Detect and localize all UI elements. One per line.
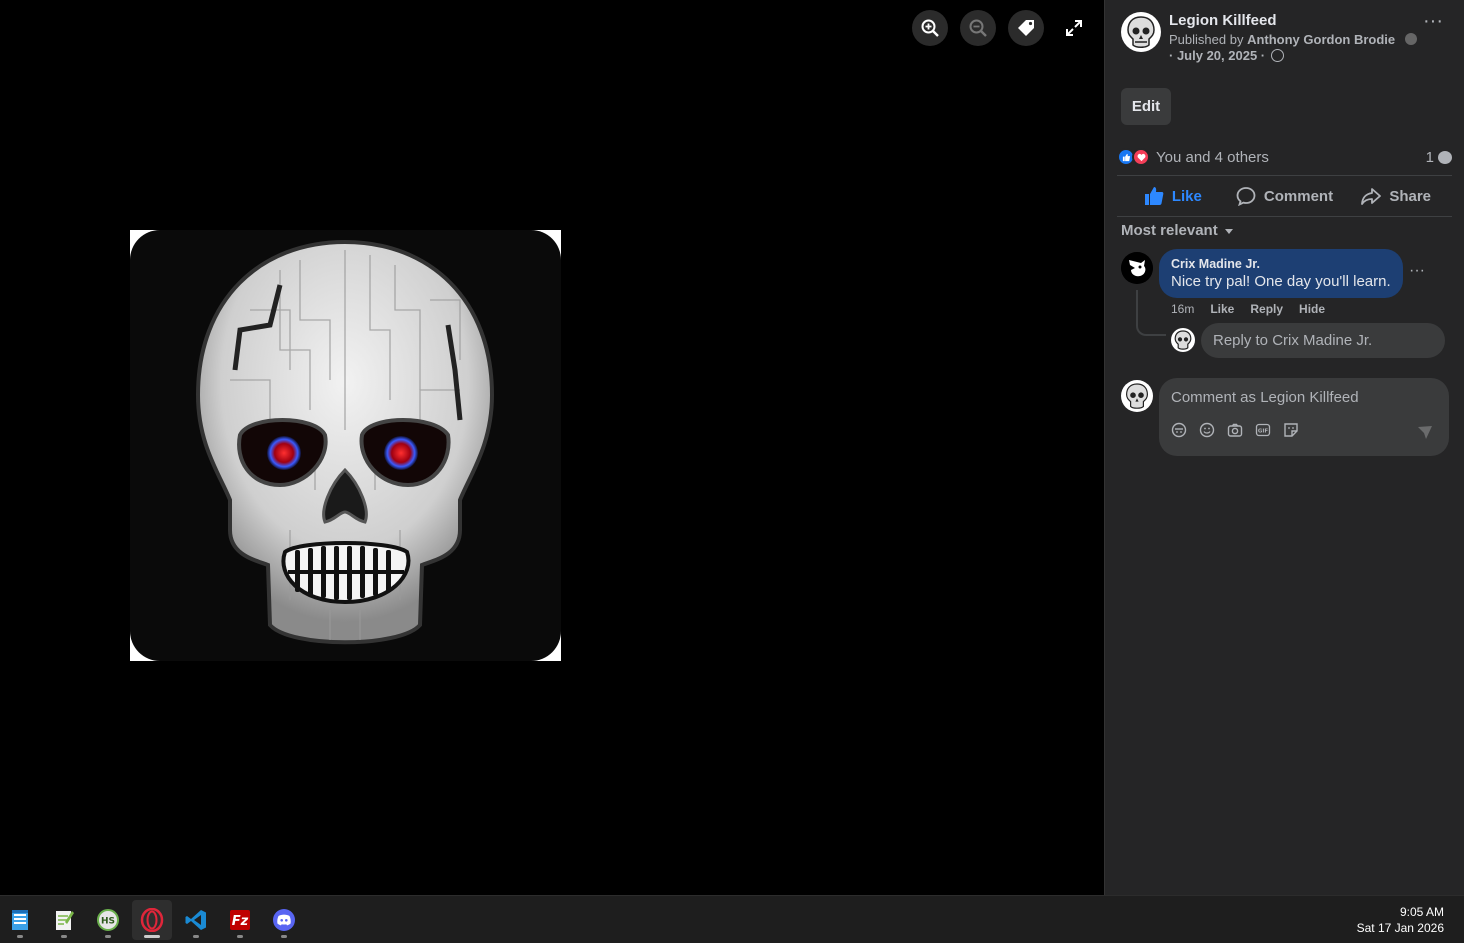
opera-icon (140, 908, 164, 932)
love-reaction-icon (1132, 148, 1150, 166)
comment-hide-link[interactable]: Hide (1299, 302, 1325, 316)
send-icon[interactable] (1417, 424, 1433, 445)
zoom-in-icon (921, 19, 939, 37)
comment-sort-dropdown[interactable]: Most relevant (1121, 222, 1234, 239)
page-name[interactable]: Legion Killfeed (1169, 12, 1277, 29)
comment-text: Nice try pal! One day you'll learn. (1171, 273, 1391, 290)
system-clock[interactable]: 9:05 AM Sat 17 Jan 2026 (1357, 904, 1444, 936)
svg-text:GIF: GIF (1258, 429, 1269, 435)
comment-like-link[interactable]: Like (1210, 302, 1234, 316)
cyber-skull-image (195, 239, 495, 645)
globe-icon (1270, 49, 1284, 62)
fullscreen-button[interactable] (1056, 10, 1092, 46)
more-options-button[interactable]: ··· (1415, 11, 1451, 38)
tag-button[interactable] (1008, 10, 1044, 46)
author-link[interactable]: Anthony Gordon Brodie (1247, 32, 1395, 47)
filezilla-icon: Fz (230, 910, 250, 930)
hs-app-icon: HS (97, 909, 119, 931)
expand-icon (1066, 20, 1082, 36)
comment-icon (1236, 187, 1256, 206)
hawk-logo-icon (1121, 252, 1153, 284)
tag-icon (1018, 20, 1034, 36)
share-icon (1361, 188, 1382, 205)
taskbar-filezilla[interactable]: Fz (220, 900, 260, 940)
zoom-out-icon (969, 19, 987, 37)
comment-actions: 16m Like Reply Hide (1171, 302, 1325, 316)
ellipsis-icon: ··· (1409, 262, 1425, 279)
like-button[interactable]: Like (1117, 176, 1229, 216)
skull-avatar-icon (1127, 16, 1155, 48)
comment-composer: GIF (1159, 378, 1449, 456)
taskbar-notepad-plus[interactable] (44, 900, 84, 940)
emoji-icon[interactable] (1199, 422, 1215, 438)
comment-reply-link[interactable]: Reply (1250, 302, 1283, 316)
reply-avatar (1171, 328, 1195, 352)
clock-time: 9:05 AM (1399, 905, 1444, 919)
sticker-icon[interactable] (1283, 422, 1299, 438)
skull-avatar-icon (1125, 383, 1149, 409)
caret-down-icon (1224, 228, 1233, 234)
commenter-avatar[interactable] (1121, 252, 1153, 284)
clock-date: Sat 17 Jan 2026 (1356, 921, 1444, 935)
post-meta: Published by Anthony Gordon Brodie · Jul… (1169, 32, 1419, 64)
taskbar-vscode[interactable] (176, 900, 216, 940)
published-by-label: Published by (1169, 32, 1244, 47)
notepad-icon (12, 910, 28, 930)
comment-input[interactable] (1159, 378, 1449, 416)
avatar-sticker-icon[interactable] (1171, 422, 1187, 438)
reaction-summary[interactable]: You and 4 others 1 (1117, 146, 1452, 168)
taskbar-hs-app[interactable]: HS (88, 900, 128, 940)
svg-text:HS: HS (101, 917, 115, 927)
reaction-text: You and 4 others (1156, 148, 1269, 166)
comment-bubble: Crix Madine Jr. Nice try pal! One day yo… (1159, 249, 1403, 298)
zoom-in-button[interactable] (912, 10, 948, 46)
comment-button[interactable]: Comment (1229, 176, 1341, 216)
share-button[interactable]: Share (1340, 176, 1452, 216)
ellipsis-icon: ··· (1423, 10, 1443, 32)
gif-icon[interactable]: GIF (1255, 422, 1271, 438)
comment-bubble-icon (1438, 150, 1452, 164)
taskbar-notepad[interactable] (0, 900, 40, 940)
composer-tools: GIF (1171, 422, 1299, 438)
comment-time: 16m (1171, 302, 1195, 316)
discord-icon (273, 909, 295, 931)
comment-options-button[interactable]: ··· (1409, 262, 1425, 280)
thumbs-up-icon (1144, 187, 1164, 205)
notepad-plus-icon (56, 911, 74, 930)
comment-author[interactable]: Crix Madine Jr. (1171, 257, 1391, 271)
taskbar-opera[interactable] (132, 900, 172, 940)
post-side-panel: Legion Killfeed Published by Anthony Gor… (1104, 0, 1464, 895)
taskbar-discord[interactable] (264, 900, 304, 940)
skull-avatar-icon (1174, 330, 1192, 350)
comment-count[interactable]: 1 (1426, 149, 1452, 166)
my-avatar[interactable] (1121, 380, 1153, 412)
reply-thread-line (1136, 290, 1166, 336)
zoom-out-button[interactable] (960, 10, 996, 46)
post-action-bar: Like Comment Share (1117, 175, 1452, 217)
taskbar: HS Fz 9:05 AM Sat 17 Jan 2026 (0, 895, 1464, 943)
vscode-icon (185, 910, 206, 930)
post-photo (130, 230, 561, 661)
camera-icon[interactable] (1227, 422, 1243, 438)
edit-button[interactable]: Edit (1121, 88, 1171, 125)
post-date[interactable]: · July 20, 2025 · (1169, 48, 1265, 63)
reply-input[interactable] (1201, 323, 1445, 358)
svg-text:Fz: Fz (232, 914, 249, 929)
page-avatar[interactable] (1121, 12, 1161, 52)
photo-viewer (0, 0, 1104, 895)
